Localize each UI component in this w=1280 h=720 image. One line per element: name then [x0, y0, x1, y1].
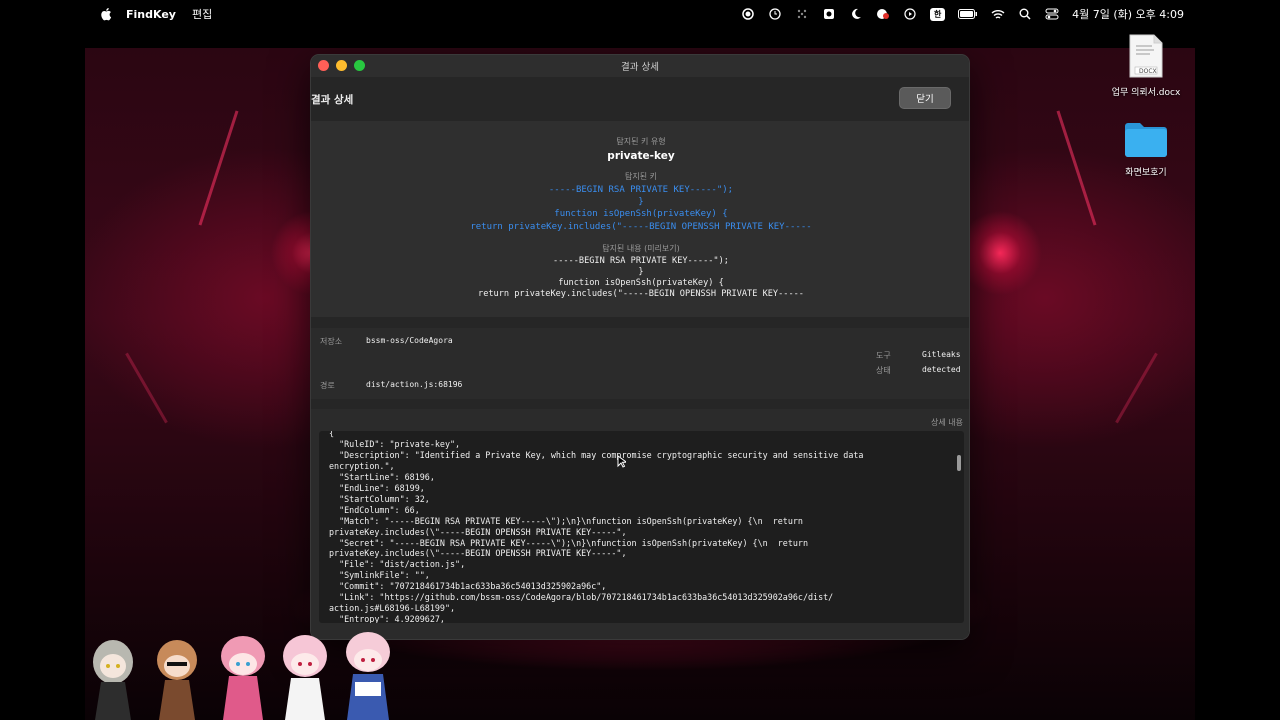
preview-line: }	[638, 267, 644, 278]
detected-key-line: return privateKey.includes("-----BEGIN O…	[470, 221, 812, 232]
detected-key-line: function isOpenSsh(privateKey) {	[554, 209, 728, 220]
details-label: 상세 내용	[931, 418, 963, 427]
desktop-file-label: 업무 의뢰서.docx	[1111, 88, 1181, 98]
repo-row: 저장소 bssm-oss/CodeAgora	[320, 336, 453, 347]
mouse-cursor-icon	[617, 455, 626, 468]
window-titlebar[interactable]: 결과 상세	[311, 55, 969, 77]
minimize-window-button[interactable]	[336, 60, 347, 71]
clipboard-icon[interactable]	[822, 7, 836, 21]
menu-bar: FindKey 편집 한 4월 7일 (화) 오후 4:09	[0, 0, 1280, 28]
control-center-icon[interactable]	[1045, 7, 1059, 21]
status-row: 상태 detected	[876, 365, 961, 376]
detected-key-line: }	[638, 197, 644, 208]
path-row: 경로 dist/action.js:68196	[320, 380, 462, 391]
wifi-icon[interactable]	[991, 7, 1005, 21]
preview-block: -----BEGIN RSA PRIVATE KEY-----"); } fun…	[311, 255, 969, 301]
scrollbar-thumb[interactable]	[957, 455, 961, 471]
close-button[interactable]: 닫기	[899, 87, 951, 109]
moon-icon[interactable]	[849, 7, 863, 21]
detected-key-line: -----BEGIN RSA PRIVATE KEY-----");	[548, 185, 734, 195]
tool-row: 도구 Gitleaks	[876, 350, 961, 361]
preview-label: 탐지된 내용 (미리보기)	[602, 243, 680, 253]
window-controls	[318, 60, 365, 71]
key-type-label: 탐지된 키 유형	[616, 137, 666, 146]
preview-line: return privateKey.includes("-----BEGIN O…	[478, 289, 804, 300]
file-badge: DOCX	[1139, 68, 1157, 75]
apple-menu-icon[interactable]	[100, 7, 112, 21]
sheet-title: 결과 상세	[311, 93, 354, 106]
desktop-folder[interactable]: 화면보호기	[1101, 120, 1191, 178]
key-summary-panel: 탐지된 키 유형 private-key 탐지된 키 -----BEGIN RS…	[311, 121, 969, 317]
status-value: detected	[922, 365, 961, 374]
input-source-icon[interactable]: 한	[930, 7, 946, 21]
tool-value: Gitleaks	[922, 350, 961, 359]
timer-icon[interactable]	[768, 7, 782, 21]
details-json-text[interactable]: { "RuleID": "private-key", "Description"…	[329, 431, 949, 623]
tool-label: 도구	[876, 351, 891, 360]
battery-icon[interactable]	[958, 7, 978, 21]
detected-key-label: 탐지된 키	[625, 172, 657, 181]
detected-key-block: -----BEGIN RSA PRIVATE KEY-----"); } fun…	[311, 184, 969, 233]
edit-menu[interactable]: 편집	[192, 6, 212, 22]
chibi-characters-overlay	[93, 632, 390, 720]
close-window-button[interactable]	[318, 60, 329, 71]
play-icon[interactable]	[903, 7, 917, 21]
record-icon[interactable]	[741, 7, 755, 21]
window-title: 결과 상세	[621, 62, 659, 73]
notification-badge-icon[interactable]	[876, 7, 890, 21]
desktop-file-docx[interactable]: DOCX 업무 의뢰서.docx	[1101, 34, 1191, 98]
repo-value: bssm-oss/CodeAgora	[366, 336, 453, 345]
key-type-value: private-key	[607, 150, 675, 162]
path-value: dist/action.js:68196	[366, 380, 463, 389]
desktop-folder-label: 화면보호기	[1125, 168, 1167, 178]
repo-label: 저장소	[320, 337, 343, 346]
status-area: 한 4월 7일 (화) 오후 4:09	[741, 0, 1184, 28]
menubar-clock[interactable]: 4월 7일 (화) 오후 4:09	[1072, 6, 1184, 22]
zoom-window-button[interactable]	[354, 60, 365, 71]
details-panel: 상세 내용 { "RuleID": "private-key", "Descri…	[311, 409, 969, 639]
details-json-view[interactable]: { "RuleID": "private-key", "Description"…	[319, 431, 964, 623]
search-icon[interactable]	[1018, 7, 1032, 21]
metadata-panel: 저장소 bssm-oss/CodeAgora 도구 Gitleaks 상태 de…	[311, 328, 969, 399]
dots-grid-icon[interactable]	[795, 7, 809, 21]
preview-line: -----BEGIN RSA PRIVATE KEY-----");	[553, 255, 729, 266]
sheet-header: 결과 상세 닫기	[311, 77, 969, 121]
result-detail-window: 결과 상세 결과 상세 닫기 탐지된 키 유형 private-key 탐지된 …	[310, 54, 970, 640]
status-label: 상태	[876, 366, 891, 375]
app-menu[interactable]: FindKey	[126, 8, 176, 21]
path-label: 경로	[320, 381, 335, 390]
folder-icon	[1125, 123, 1167, 157]
preview-line: function isOpenSsh(privateKey) {	[558, 278, 724, 289]
